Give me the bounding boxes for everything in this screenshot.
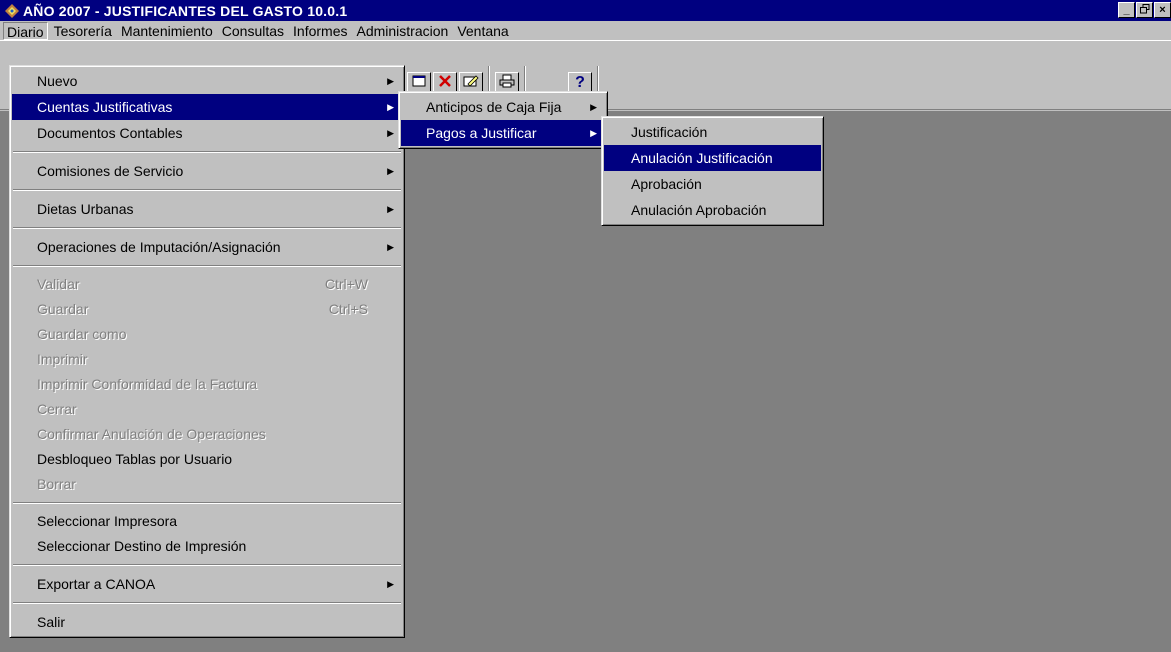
menu-item-guardar[interactable]: Guardar Ctrl+S [12,297,402,322]
menu-item-label: Documentos Contables [37,125,183,141]
menu-item-label: Cuentas Justificativas [37,99,173,115]
menu-bar: Diario Tesorería Mantenimiento Consultas… [0,21,1171,41]
menu-item-label: Imprimir Conformidad de la Factura [37,376,258,392]
menu-separator [13,602,401,604]
menu-separator [13,265,401,267]
submenu-arrow-icon: ▶ [387,166,394,176]
pagos-a-justificar-submenu: Justificación Anulación Justificación Ap… [601,116,824,226]
menu-item-validar[interactable]: Validar Ctrl+W [12,272,402,297]
menu-item-label: Pagos a Justificar [426,125,537,141]
menu-item-dietas[interactable]: Dietas Urbanas ▶ [12,196,402,222]
submenu-arrow-icon: ▶ [387,128,394,138]
restore-icon [1139,3,1150,17]
menu-item-label: Anulación Aprobación [631,202,767,218]
menu-separator [13,151,401,153]
title-bar: AÑO 2007 - JUSTIFICANTES DEL GASTO 10.0.… [0,0,1171,21]
close-icon: × [1159,4,1166,16]
menu-item-pagos-a-justificar[interactable]: Pagos a Justificar ▶ [401,120,605,146]
submenu-arrow-icon: ▶ [590,102,597,112]
menu-item-label: Justificación [631,124,708,140]
shortcut-label: Ctrl+S [328,301,368,317]
menu-item-nuevo[interactable]: Nuevo ▶ [12,68,402,94]
menu-item-cerrar[interactable]: Cerrar [12,397,402,422]
menu-item-label: Operaciones de Imputación/Asignación [37,239,281,255]
window-icon [412,74,426,92]
submenu-arrow-icon: ▶ [387,579,394,589]
app-logo-icon [4,3,20,19]
menu-item-operaciones[interactable]: Operaciones de Imputación/Asignación ▶ [12,234,402,260]
menu-item-salir[interactable]: Salir [12,609,402,635]
menu-separator [13,227,401,229]
window-controls: _ × [1117,2,1171,18]
menu-item-label: Nuevo [37,73,78,89]
minimize-icon: _ [1123,4,1130,16]
menu-item-borrar[interactable]: Borrar [12,472,402,497]
menu-item-label: Confirmar Anulación de Operaciones [37,426,266,442]
submenu-arrow-icon: ▶ [387,204,394,214]
menu-item-exportar-canoa[interactable]: Exportar a CANOA ▶ [12,571,402,597]
menu-item-label: Desbloqueo Tablas por Usuario [37,451,233,467]
menu-consultas[interactable]: Consultas [219,22,287,40]
menu-item-imprimir[interactable]: Imprimir [12,347,402,372]
menu-item-seleccionar-impresora[interactable]: Seleccionar Impresora [12,509,402,534]
menu-administracion[interactable]: Administracion [354,22,452,40]
menu-item-comisiones[interactable]: Comisiones de Servicio ▶ [12,158,402,184]
submenu-arrow-icon: ▶ [387,242,394,252]
menu-item-label: Exportar a CANOA [37,576,156,592]
shortcut-label: Ctrl+W [324,276,368,292]
menu-separator [13,502,401,504]
menu-item-seleccionar-destino[interactable]: Seleccionar Destino de Impresión [12,534,402,559]
menu-item-justificacion[interactable]: Justificación [604,119,821,145]
menu-item-documentos-contables[interactable]: Documentos Contables ▶ [12,120,402,146]
menu-separator [13,564,401,566]
menu-item-cuentas-justificativas[interactable]: Cuentas Justificativas ▶ [12,94,402,120]
help-icon: ? [575,74,585,91]
menu-item-label: Cerrar [37,401,77,417]
menu-ventana[interactable]: Ventana [454,22,511,40]
menu-item-anulacion-aprobacion[interactable]: Anulación Aprobación [604,197,821,223]
menu-item-guardar-como[interactable]: Guardar como [12,322,402,347]
menu-item-label: Validar [37,276,80,292]
delete-icon [438,74,452,93]
cuentas-justificativas-submenu: Anticipos de Caja Fija ▶ Pagos a Justifi… [398,91,608,149]
menu-item-label: Seleccionar Impresora [37,513,178,529]
menu-separator [13,189,401,191]
menu-item-label: Borrar [37,476,76,492]
menu-item-label: Aprobación [631,176,702,192]
menu-item-imprimir-conformidad[interactable]: Imprimir Conformidad de la Factura [12,372,402,397]
diario-dropdown-menu: Nuevo ▶ Cuentas Justificativas ▶ Documen… [9,65,405,638]
submenu-arrow-icon: ▶ [590,128,597,138]
restore-button[interactable] [1136,2,1153,18]
menu-item-label: Anulación Justificación [631,150,773,166]
menu-diario[interactable]: Diario [3,21,48,40]
close-button[interactable]: × [1154,2,1171,18]
menu-item-label: Guardar como [37,326,127,342]
menu-informes[interactable]: Informes [290,22,350,40]
application-window: AÑO 2007 - JUSTIFICANTES DEL GASTO 10.0.… [0,0,1171,652]
edit-icon [463,74,479,93]
minimize-button[interactable]: _ [1118,2,1135,18]
menu-item-label: Guardar [37,301,89,317]
submenu-arrow-icon: ▶ [387,102,394,112]
menu-item-label: Anticipos de Caja Fija [426,99,562,115]
menu-item-label: Salir [37,614,66,630]
menu-item-confirmar-anulacion[interactable]: Confirmar Anulación de Operaciones [12,422,402,447]
menu-item-label: Comisiones de Servicio [37,163,184,179]
menu-item-anticipos-caja-fija[interactable]: Anticipos de Caja Fija ▶ [401,94,605,120]
submenu-arrow-icon: ▶ [387,76,394,86]
menu-item-label: Seleccionar Destino de Impresión [37,538,247,554]
menu-item-desbloqueo-tablas[interactable]: Desbloqueo Tablas por Usuario [12,447,402,472]
menu-item-label: Dietas Urbanas [37,201,134,217]
print-icon [499,74,515,93]
menu-item-label: Imprimir [37,351,88,367]
menu-item-aprobacion[interactable]: Aprobación [604,171,821,197]
menu-item-anulacion-justificacion[interactable]: Anulación Justificación [604,145,821,171]
menu-tesoreria[interactable]: Tesorería [51,22,115,40]
window-title: AÑO 2007 - JUSTIFICANTES DEL GASTO 10.0.… [23,2,348,19]
menu-mantenimiento[interactable]: Mantenimiento [118,22,216,40]
